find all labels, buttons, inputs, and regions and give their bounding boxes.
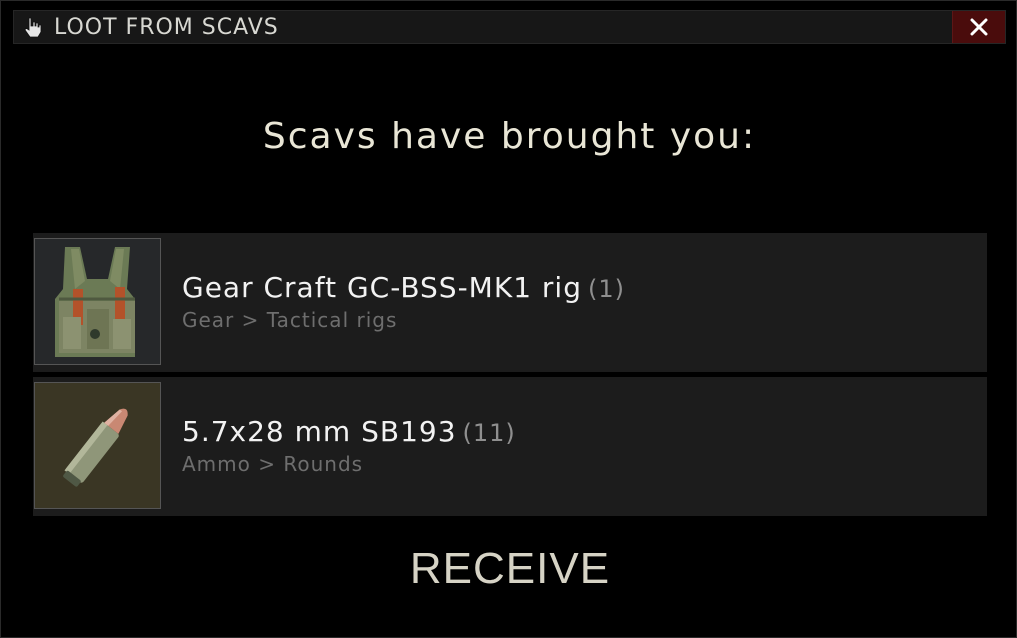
- item-quantity: (11): [462, 419, 516, 447]
- receive-button[interactable]: RECEIVE: [385, 539, 635, 599]
- title-bar[interactable]: LOOT FROM SCAVS: [13, 10, 1006, 44]
- item-category: Ammo > Rounds: [182, 452, 364, 476]
- item-title: Gear Craft GC-BSS-MK1 rig (1): [182, 271, 625, 304]
- list-item[interactable]: 5.7x28 mm SB193 (11) Ammo > Rounds: [33, 377, 987, 516]
- item-name: Gear Craft GC-BSS-MK1 rig: [182, 271, 582, 304]
- hand-pointer-icon: [23, 16, 43, 38]
- loot-dialog: LOOT FROM SCAVS Scavs have brought you:: [0, 0, 1017, 638]
- close-icon[interactable]: [970, 18, 988, 36]
- loot-list: Gear Craft GC-BSS-MK1 rig (1) Gear > Tact…: [33, 233, 987, 521]
- dialog-heading: Scavs have brought you:: [262, 116, 757, 157]
- item-quantity: (1): [587, 275, 625, 303]
- window-title: LOOT FROM SCAVS: [54, 15, 279, 40]
- close-button[interactable]: [952, 11, 1005, 43]
- ammo-round-icon: [34, 382, 161, 509]
- tactical-rig-icon: [34, 238, 161, 365]
- item-title: 5.7x28 mm SB193 (11): [182, 415, 516, 448]
- item-name: 5.7x28 mm SB193: [182, 415, 457, 448]
- list-item[interactable]: Gear Craft GC-BSS-MK1 rig (1) Gear > Tact…: [33, 233, 987, 372]
- item-category: Gear > Tactical rigs: [182, 308, 398, 332]
